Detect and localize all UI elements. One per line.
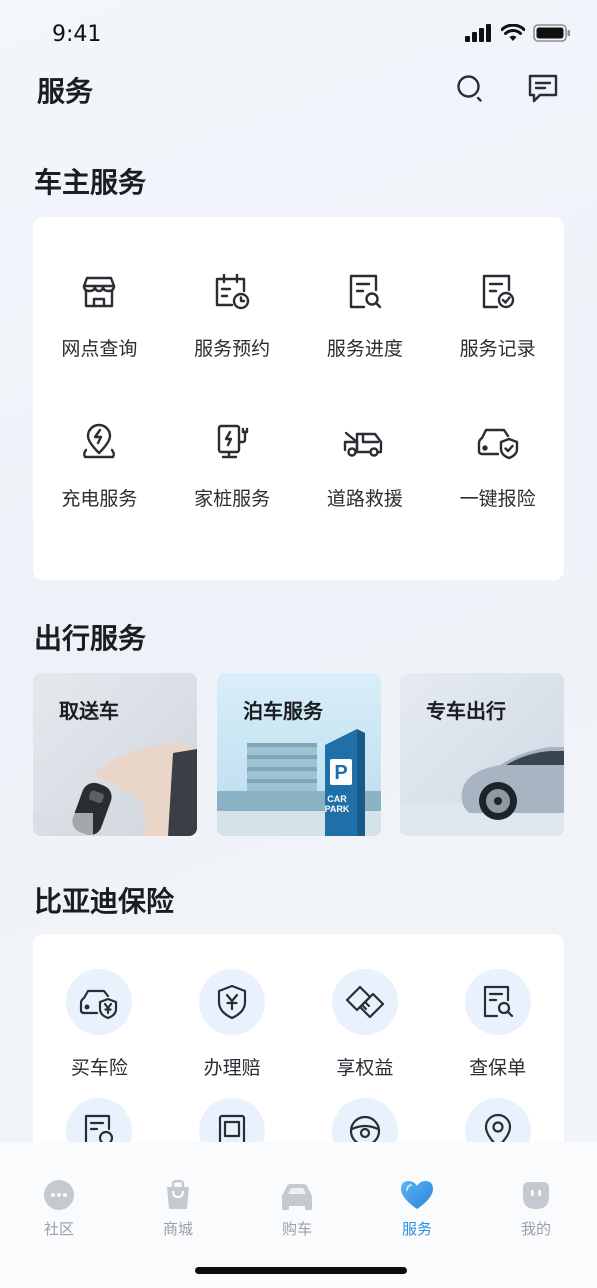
service-item-label: 一键报险 <box>459 488 536 510</box>
service-item-label: 服务记录 <box>459 338 536 360</box>
service-item-home-charger[interactable]: 家桩服务 <box>166 418 299 511</box>
cellular-signal-icon <box>465 24 491 42</box>
insurance-item-claim[interactable]: 办理赔 <box>166 969 299 1080</box>
tab-community[interactable]: 社区 <box>19 1178 99 1239</box>
message-button[interactable] <box>525 70 561 106</box>
car-park-sign-text: CAR PARK <box>324 794 350 814</box>
service-item-appointment[interactable]: 服务预约 <box>166 268 299 361</box>
insurance-item-label: 查保单 <box>469 1057 527 1079</box>
travel-card-label: 取送车 <box>59 699 119 723</box>
service-item-road-rescue[interactable]: 道路救援 <box>299 418 432 511</box>
insurance-item-row2-4[interactable] <box>431 1098 564 1142</box>
battery-icon <box>533 24 570 42</box>
tab-label: 服务 <box>401 1220 432 1238</box>
insurance-grid: 买车险 办理赔 享权益 查保单 <box>33 934 564 1142</box>
steering-wheel-icon <box>331 1098 398 1142</box>
chat-bubble-icon <box>44 1180 74 1210</box>
travel-services-title: 出行服务 <box>34 622 147 655</box>
message-icon <box>528 74 558 103</box>
profile-face-icon <box>523 1182 549 1209</box>
shopping-bag-icon <box>167 1179 189 1209</box>
service-item-claim-report[interactable]: 一键报险 <box>431 418 564 511</box>
wifi-icon <box>501 24 525 41</box>
tab-mall[interactable]: 商城 <box>138 1178 218 1239</box>
service-item-records[interactable]: 服务记录 <box>431 268 564 361</box>
service-item-progress[interactable]: 服务进度 <box>299 268 432 361</box>
tab-service[interactable]: 服务 <box>377 1178 457 1239</box>
document-search-icon <box>341 268 389 316</box>
status-icons <box>465 24 571 42</box>
car-shield-icon <box>474 418 522 466</box>
service-item-label: 服务进度 <box>326 338 403 360</box>
document-clock-icon <box>66 1098 133 1142</box>
service-item-label: 服务预约 <box>194 338 271 360</box>
travel-card-label: 泊车服务 <box>243 699 323 723</box>
travel-card-label: 专车出行 <box>426 699 506 723</box>
tab-label: 购车 <box>281 1220 312 1238</box>
owner-services-title: 车主服务 <box>34 166 147 199</box>
charging-pin-icon <box>75 418 123 466</box>
search-icon <box>457 75 482 102</box>
insurance-item-benefits[interactable]: 享权益 <box>299 969 432 1080</box>
service-item-label: 充电服务 <box>61 488 138 510</box>
service-item-label: 道路救援 <box>326 488 403 510</box>
tab-label: 商城 <box>162 1220 193 1238</box>
document-search-icon <box>464 969 531 1035</box>
tab-label: 我的 <box>520 1220 551 1238</box>
status-time: 9:41 <box>52 22 102 47</box>
service-item-charging[interactable]: 充电服务 <box>33 418 166 511</box>
location-pin-icon <box>464 1098 531 1142</box>
insurance-item-row2-1[interactable] <box>33 1098 166 1142</box>
service-item-outlet-query[interactable]: 网点查询 <box>33 268 166 361</box>
insurance-item-label: 办理赔 <box>203 1057 261 1079</box>
insurance-item-label: 享权益 <box>336 1057 394 1079</box>
service-item-label: 网点查询 <box>61 338 138 360</box>
service-item-label: 家桩服务 <box>194 488 271 510</box>
travel-card-parking[interactable]: P CAR PARK 泊车服务 <box>217 673 381 836</box>
store-icon <box>75 268 123 316</box>
travel-card-pickup[interactable]: 取送车 <box>33 673 197 836</box>
page-title: 服务 <box>37 75 94 108</box>
owner-services-card: 网点查询 服务预约 服务进度 服务记录 充电服务 家桩服务 道路救援 一键报险 <box>33 217 564 580</box>
insurance-title: 比亚迪保险 <box>34 885 175 918</box>
insurance-item-row2-3[interactable] <box>299 1098 432 1142</box>
header: 服务 <box>0 64 597 114</box>
heart-icon <box>401 1181 433 1209</box>
car-icon <box>282 1184 312 1210</box>
owner-services-grid: 网点查询 服务预约 服务进度 服务记录 充电服务 家桩服务 道路救援 一键报险 <box>33 217 564 511</box>
insurance-badge-icon <box>199 1098 266 1142</box>
home-charger-icon <box>208 418 256 466</box>
svg-text:P: P <box>334 762 347 784</box>
tab-mine[interactable]: 我的 <box>496 1178 576 1239</box>
insurance-item-label: 买车险 <box>70 1057 128 1079</box>
car-yen-icon <box>66 969 133 1035</box>
search-button[interactable] <box>452 70 488 106</box>
insurance-item-row2-2[interactable] <box>166 1098 299 1142</box>
handshake-icon <box>331 969 398 1035</box>
travel-card-chauffeur[interactable]: 专车出行 <box>400 673 564 836</box>
home-indicator <box>195 1267 407 1274</box>
insurance-card: 买车险 办理赔 享权益 查保单 <box>33 934 564 1142</box>
shield-yen-icon <box>199 969 266 1035</box>
insurance-item-policy[interactable]: 查保单 <box>431 969 564 1080</box>
calendar-clock-icon <box>208 268 256 316</box>
document-check-icon <box>474 268 522 316</box>
insurance-item-buy[interactable]: 买车险 <box>33 969 166 1080</box>
status-bar: 9:41 <box>0 0 597 64</box>
tab-buy-car[interactable]: 购车 <box>257 1178 337 1239</box>
tow-truck-icon <box>341 418 389 466</box>
tab-label: 社区 <box>43 1220 74 1238</box>
